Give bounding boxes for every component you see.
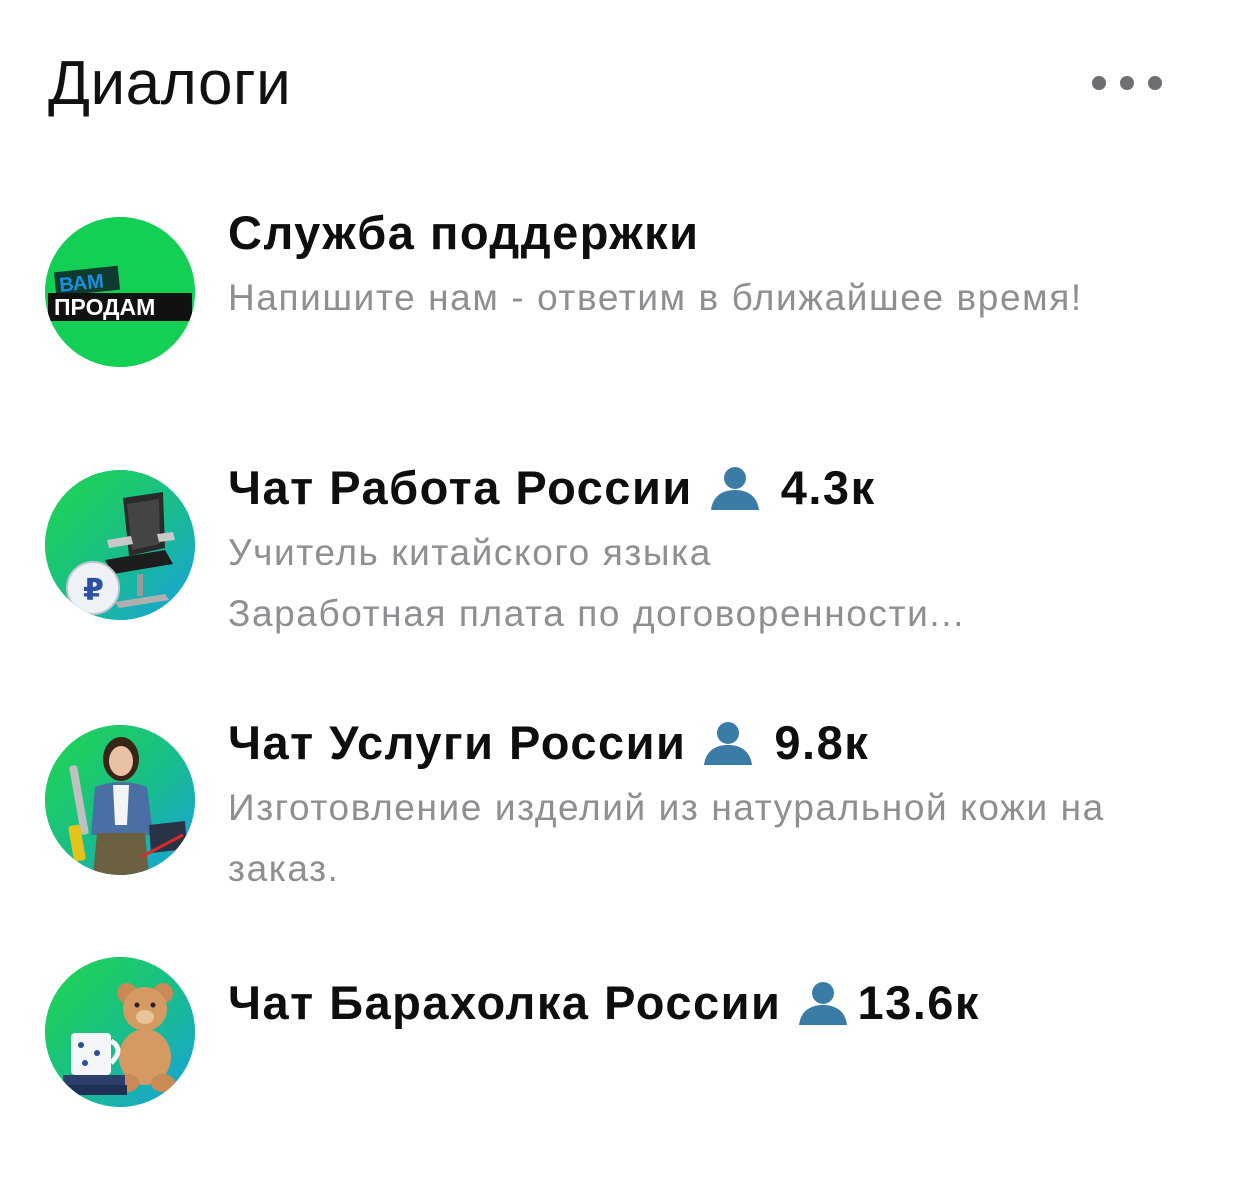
person-icon: [704, 722, 753, 765]
dialog-preview: Напишите нам - ответим в ближайшее время…: [228, 277, 1083, 318]
members-value: 4.3к: [780, 461, 876, 514]
avatar: ВАМ ПРОДАМ: [45, 217, 195, 367]
dialog-preview: Изготовление изделий из натуральной кожи…: [228, 787, 1105, 889]
members-value: 9.8к: [774, 716, 870, 769]
dialog-title: Чат Барахолка России 13.6к: [228, 975, 1202, 1031]
header: Диалоги: [48, 48, 1162, 128]
dialog-item-baraholka[interactable]: Чат Барахолка России 13.6к: [0, 957, 1242, 1135]
more-dot: [1120, 76, 1134, 90]
members-count: 9.8к: [700, 715, 869, 771]
dialog-title-text: Чат Услуги России: [228, 716, 687, 769]
logo-text-top: ВАМ: [58, 270, 105, 297]
teddy-bear-and-mug-image: [45, 957, 195, 1107]
person-icon: [710, 467, 759, 510]
person-icon: [799, 982, 848, 1025]
dialogs-screen: Диалоги ВАМ ПРОДАМ Служба поддержки Напи…: [0, 0, 1242, 1184]
members-value: 13.6к: [857, 976, 980, 1029]
dialog-item-rabota[interactable]: ₽ Чат Работа России 4.3к Учитель китайск…: [0, 460, 1242, 660]
dialog-item-support[interactable]: ВАМ ПРОДАМ Служба поддержки Напишите нам…: [0, 205, 1242, 405]
page-title: Диалоги: [48, 49, 292, 118]
woman-with-tools-image: [45, 725, 195, 875]
avatar: [45, 957, 195, 1107]
dialog-title: Служба поддержки: [228, 206, 700, 259]
members-count: 4.3к: [707, 460, 876, 516]
dialog-item-uslugi[interactable]: Чат Услуги России 9.8к Изготовление изде…: [0, 715, 1242, 915]
more-dot: [1148, 76, 1162, 90]
avatar: ₽: [45, 470, 195, 620]
dialog-title: Чат Услуги России 9.8к: [228, 715, 1202, 771]
more-options-button[interactable]: [1092, 68, 1162, 98]
dialog-title-text: Чат Работа России: [228, 461, 693, 514]
dialog-preview: Учитель китайского языка Заработная плат…: [228, 522, 1202, 644]
members-count: 13.6к: [795, 975, 980, 1031]
dialog-title: Чат Работа России 4.3к: [228, 460, 1202, 516]
preview-line: Учитель китайского языка: [228, 532, 712, 573]
dialog-title-text: Чат Барахолка России: [228, 976, 782, 1029]
avatar: [45, 725, 195, 875]
more-horizontal-icon: [1092, 76, 1106, 90]
svg-text:₽: ₽: [83, 573, 104, 608]
office-chair-image: ₽: [45, 470, 195, 620]
vam-prodam-logo: ВАМ ПРОДАМ: [45, 217, 195, 367]
logo-text-bottom: ПРОДАМ: [54, 294, 155, 320]
preview-line: Заработная плата по договоренности...: [228, 593, 965, 634]
